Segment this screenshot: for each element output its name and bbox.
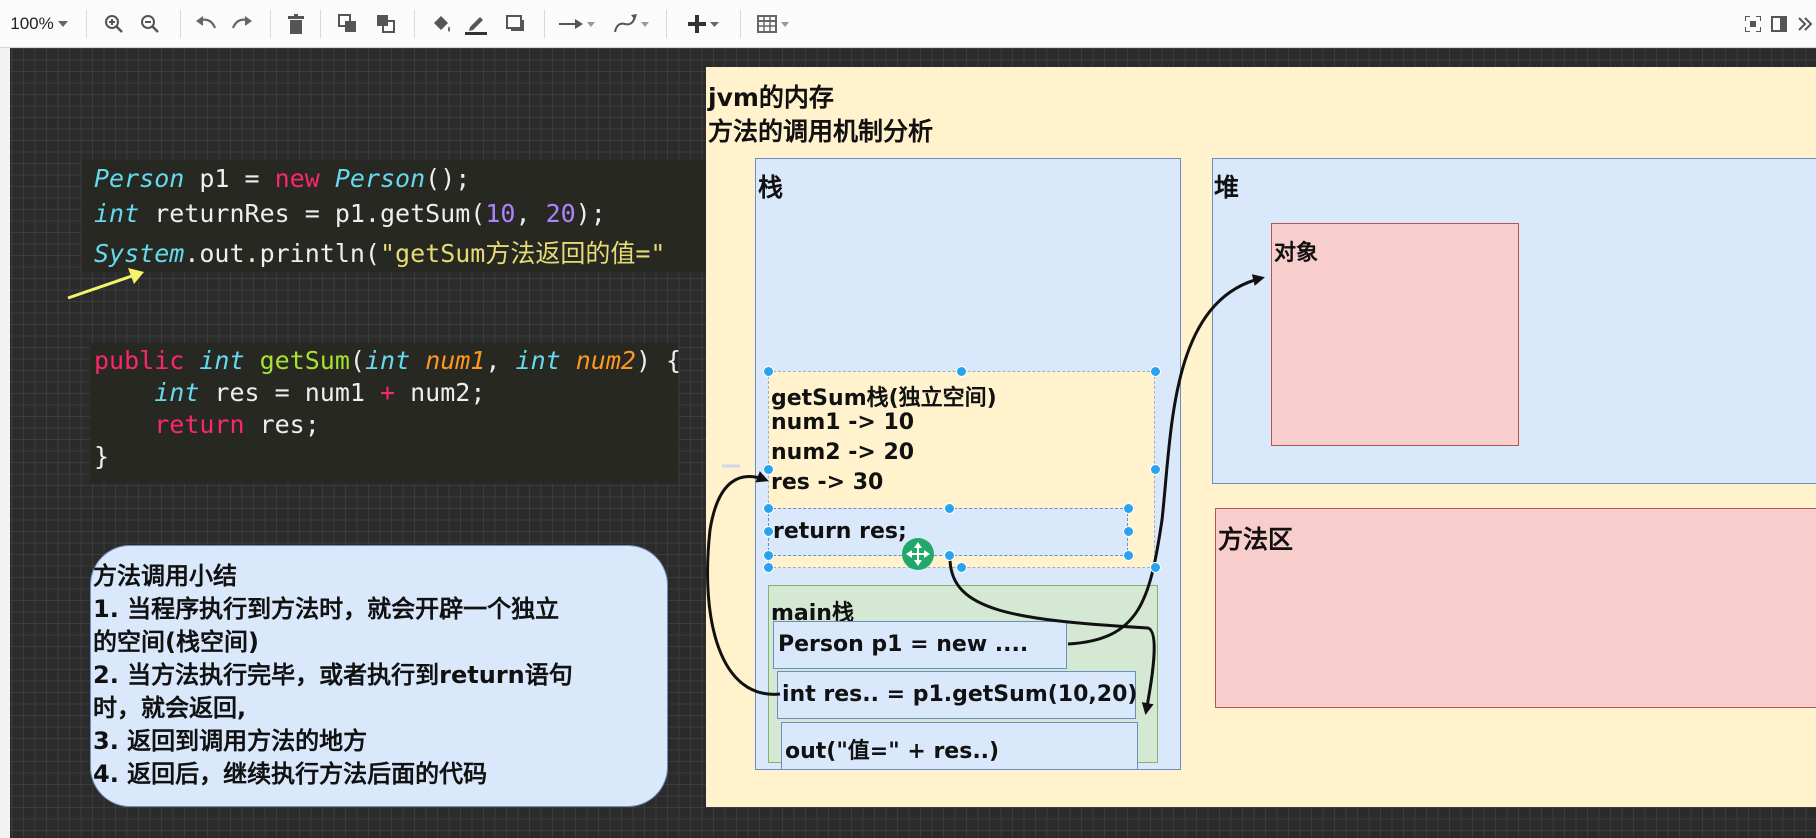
resize-handle[interactable] xyxy=(956,366,967,377)
fill-color-icon[interactable] xyxy=(428,8,456,40)
code-line: Person p1 = new Person(); xyxy=(94,164,471,193)
diagram-title: jvm的内存 xyxy=(708,83,834,112)
code-line: } xyxy=(94,442,110,471)
resize-handle[interactable] xyxy=(763,366,774,377)
canvas-ruler xyxy=(0,48,10,838)
line-color-icon[interactable] xyxy=(462,8,490,40)
fullscreen-icon[interactable] xyxy=(1742,8,1764,40)
zoom-dropdown[interactable]: 100% xyxy=(4,8,74,40)
summary-line: 1. 当程序执行到方法时，就会开辟一个独立 xyxy=(93,595,560,623)
resize-handle[interactable] xyxy=(1150,366,1161,377)
zoom-level: 100% xyxy=(10,14,54,33)
code-line: int returnRes = p1.getSum(10, 20); xyxy=(94,199,606,228)
main-row-label: int res.. = p1.getSum(10,20) xyxy=(782,682,1138,707)
resize-handle[interactable] xyxy=(944,503,955,514)
method-area[interactable] xyxy=(1215,508,1816,708)
code-method-snippet: public int getSum(int num1, int num2) { … xyxy=(90,343,682,483)
connection-icon[interactable] xyxy=(556,8,598,40)
summary-line: 2. 当方法执行完毕，或者执行到return语句 xyxy=(93,661,573,689)
method-area-label: 方法区 xyxy=(1218,525,1294,554)
collapse-icon[interactable] xyxy=(1794,8,1816,40)
zoom-in-icon[interactable] xyxy=(100,8,128,40)
resize-handle[interactable] xyxy=(944,550,955,561)
code-line: return res; xyxy=(154,410,320,439)
code-line: public int getSum(int num1, int num2) { xyxy=(94,346,682,375)
table-icon[interactable] xyxy=(752,8,794,40)
zoom-out-icon[interactable] xyxy=(136,8,164,40)
insert-icon[interactable] xyxy=(680,8,726,40)
summary-title: 方法调用小结 xyxy=(93,562,237,590)
frame-variable: num1 -> 10 xyxy=(771,410,915,435)
summary-line: 4. 返回后，继续执行方法后面的代码 xyxy=(93,760,488,788)
chevron-down-icon xyxy=(57,21,68,27)
resize-handle[interactable] xyxy=(763,562,774,573)
getsum-frame-title: getSum栈(独立空间) xyxy=(771,386,997,411)
resize-handle[interactable] xyxy=(1150,562,1161,573)
summary-line: 时，就会返回, xyxy=(93,694,247,722)
to-back-icon[interactable] xyxy=(372,8,400,40)
frame-variable: num2 -> 20 xyxy=(771,440,915,465)
delete-icon[interactable] xyxy=(284,8,308,40)
summary-line: 的空间(栈空间) xyxy=(93,628,259,656)
resize-handle[interactable] xyxy=(763,526,774,537)
shadow-icon[interactable] xyxy=(502,8,530,40)
summary-note[interactable]: 方法调用小结 1. 当程序执行到方法时，就会开辟一个独立 的空间(栈空间) 2.… xyxy=(90,545,668,807)
resize-handle[interactable] xyxy=(763,550,774,561)
code-line: System.out.println("getSum方法返回的值=" xyxy=(94,239,666,268)
diagram-subtitle: 方法的调用机制分析 xyxy=(708,117,934,146)
main-row-label: out("值=" + res..) xyxy=(785,739,1000,764)
main-row-label: Person p1 = new .... xyxy=(778,632,1029,657)
stack-label: 栈 xyxy=(758,173,784,202)
resize-handle[interactable] xyxy=(1150,464,1161,475)
resize-handle[interactable] xyxy=(763,464,774,475)
resize-handle[interactable] xyxy=(1123,526,1134,537)
waypoints-icon[interactable] xyxy=(610,8,652,40)
code-call-snippet: Person p1 = new Person(); int returnRes … xyxy=(82,160,732,272)
return-statement: return res; xyxy=(773,519,907,544)
code-line: int res = num1 + num2; xyxy=(154,378,486,407)
frame-variable: res -> 30 xyxy=(771,470,884,495)
toolbar: 100% xyxy=(0,0,1816,48)
resize-handle[interactable] xyxy=(1123,550,1134,561)
resize-handle[interactable] xyxy=(956,562,967,573)
to-front-icon[interactable] xyxy=(334,8,362,40)
format-panel-icon[interactable] xyxy=(1768,8,1790,40)
undo-icon[interactable] xyxy=(192,8,220,40)
summary-line: 3. 返回到调用方法的地方 xyxy=(93,727,368,755)
resize-handle[interactable] xyxy=(763,503,774,514)
resize-handle[interactable] xyxy=(1123,503,1134,514)
object-label: 对象 xyxy=(1274,241,1319,266)
heap-label: 堆 xyxy=(1214,173,1240,202)
redo-icon[interactable] xyxy=(228,8,256,40)
